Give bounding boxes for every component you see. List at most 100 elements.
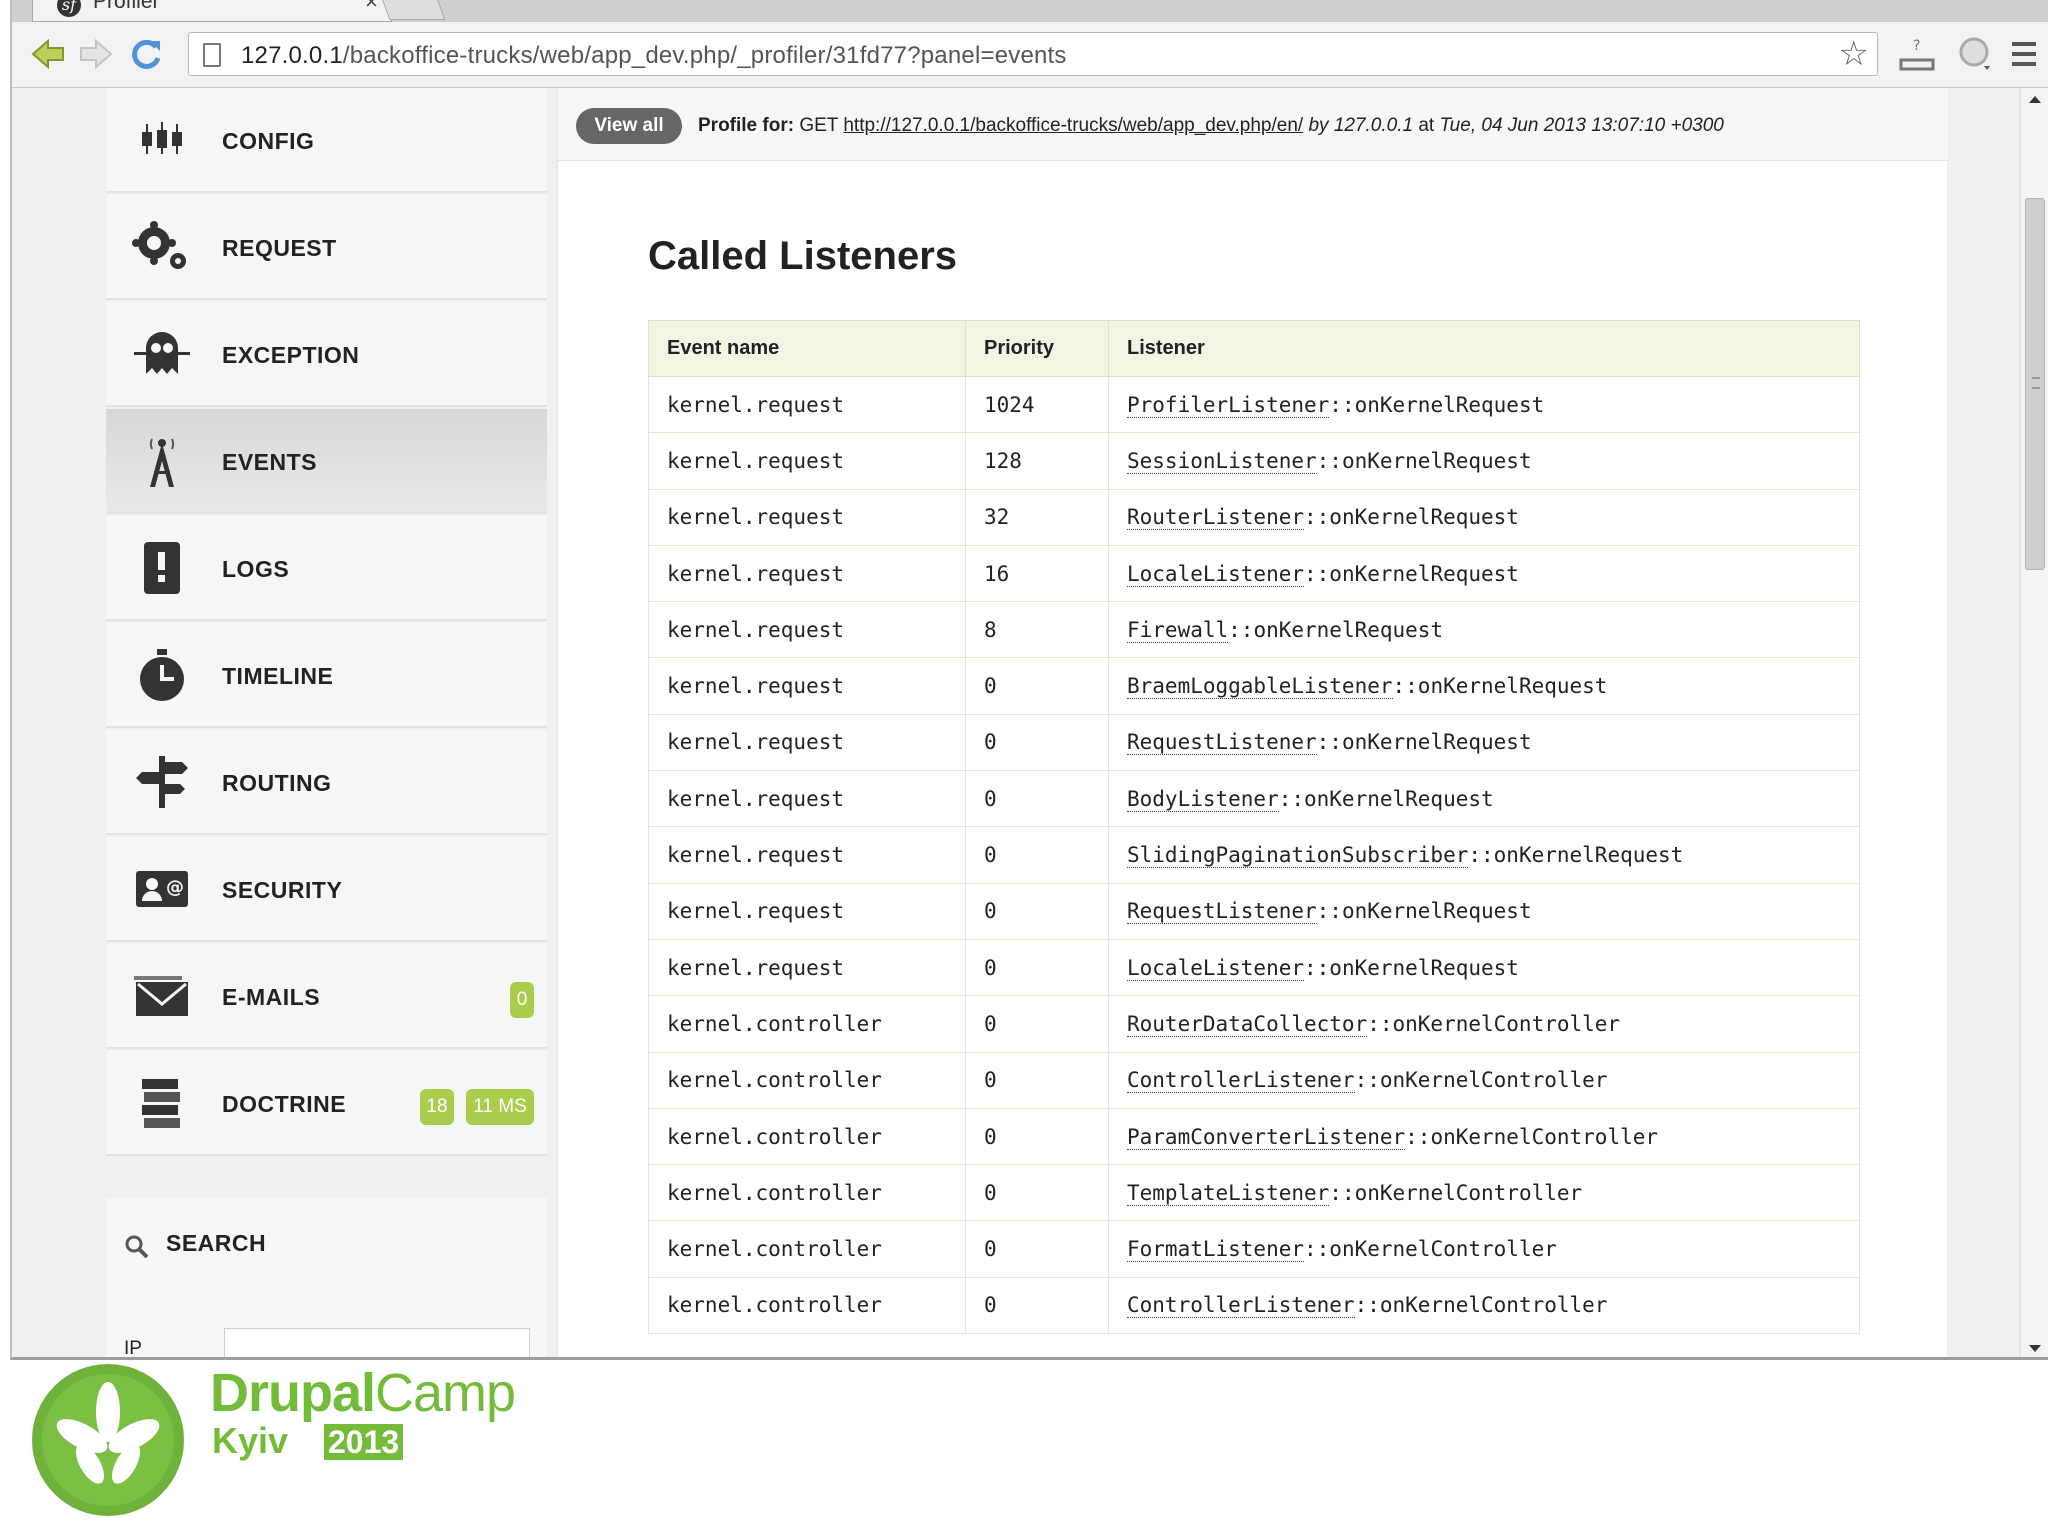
listener-class[interactable]: LocaleListener (1127, 955, 1305, 981)
listener-class[interactable]: RouterDataCollector (1127, 1011, 1368, 1037)
called-listeners-table: Event name Priority Listener kernel.requ… (648, 320, 1860, 1335)
envelope-icon (134, 976, 188, 1016)
event-name-cell: kernel.controller (648, 1051, 966, 1109)
listener-class[interactable]: Firewall (1127, 617, 1229, 643)
http-method: GET (799, 115, 839, 136)
extension-icon[interactable] (1956, 34, 1994, 74)
listener-method: ::onKernelController (1304, 1237, 1557, 1262)
vertical-scrollbar[interactable] (2020, 88, 2048, 1360)
listener-method: ::onKernelRequest (1316, 730, 1532, 755)
menu-item-timeline[interactable]: TIMELINE (106, 623, 547, 728)
listener-method: ::onKernelRequest (1392, 674, 1608, 699)
listener-class[interactable]: BraemLoggableListener (1127, 674, 1393, 700)
menu-item-security[interactable]: @ SECURITY (106, 837, 547, 942)
event-name-cell: kernel.request (648, 770, 966, 828)
address-bar[interactable]: 127.0.0.1/backoffice-trucks/web/app_dev.… (188, 32, 1878, 76)
log-book-icon (144, 542, 180, 594)
priority-cell: 32 (965, 488, 1109, 546)
menu-label: LOGS (222, 556, 290, 582)
menu-label: EVENTS (222, 449, 318, 475)
listener-class[interactable]: RouterListener (1127, 505, 1305, 531)
column-header-listener: Listener (1108, 320, 1860, 377)
listener-method: ::onKernelController (1405, 1124, 1659, 1149)
menu-item-request[interactable]: REQUEST (106, 195, 547, 300)
chestnut-leaf-logo-icon (32, 1364, 184, 1516)
table-row: kernel.request 32 RouterListener::onKernel… (648, 488, 1860, 546)
browser-menu-icon[interactable] (2010, 36, 2038, 72)
priority-cell: 8 (965, 601, 1109, 659)
symfony-favicon-icon: sf (57, 0, 81, 17)
priority-cell: 0 (965, 882, 1109, 940)
browser-window: sf Profiler × 127.0.0.1/backoffice-truck… (10, 0, 2048, 1360)
menu-label: ROUTING (222, 770, 332, 796)
menu-item-events[interactable]: EVENTS (106, 409, 547, 514)
listener-cell: LocaleListener::onKernelRequest (1108, 938, 1860, 997)
listener-cell: SlidingPaginationSubscriber::onKernelReq… (1108, 826, 1860, 884)
table-row: kernel.controller 0 ControllerListener::on… (648, 1051, 1860, 1109)
priority-cell: 0 (965, 995, 1109, 1053)
doctrine-time-badge: 11 MS (466, 1089, 534, 1125)
emails-count-badge: 0 (510, 982, 534, 1018)
menu-label: EXCEPTION (222, 342, 360, 368)
listener-class[interactable]: FormatListener (1127, 1237, 1305, 1263)
listener-class[interactable]: RequestListener (1127, 899, 1317, 925)
listener-cell: ProfilerListener::onKernelRequest (1108, 375, 1860, 434)
table-row: kernel.controller 0 FormatListener::onKern… (648, 1220, 1860, 1278)
menu-item-exception[interactable]: EXCEPTION (106, 302, 547, 407)
scroll-up-arrow-icon[interactable] (2021, 88, 2048, 110)
tab-profiler[interactable]: sf Profiler × (32, 0, 392, 22)
scrollbar-grip (2032, 377, 2040, 389)
svg-text:@: @ (166, 877, 184, 898)
menu-item-routing[interactable]: ROUTING (106, 730, 547, 835)
menu-item-doctrine[interactable]: DOCTRINE 18 11 MS (106, 1051, 547, 1156)
priority-cell: 0 (965, 826, 1109, 884)
listener-class[interactable]: ControllerListener (1127, 1293, 1355, 1319)
forward-arrow-icon[interactable] (78, 36, 114, 72)
menu-item-logs[interactable]: LOGS (106, 516, 547, 621)
menu-item-emails[interactable]: E-MAILS 0 (106, 944, 547, 1049)
listener-class[interactable]: RequestListener (1127, 730, 1317, 756)
table-body: kernel.request 1024 ProfilerListener::onKe… (648, 375, 1860, 1335)
event-name-cell: kernel.request (648, 882, 966, 940)
antenna-tower-icon (149, 438, 175, 487)
column-header-event-name: Event name (648, 320, 966, 377)
event-name-cell: kernel.request (648, 938, 966, 997)
listener-cell: BraemLoggableListener::onKernelRequest (1108, 657, 1860, 715)
table-header-row: Event name Priority Listener (648, 320, 1860, 377)
listener-class[interactable]: SessionListener (1127, 448, 1317, 474)
listener-class[interactable]: BodyListener (1127, 786, 1279, 812)
menu-label: TIMELINE (222, 663, 334, 689)
profile-url-link[interactable]: http://127.0.0.1/backoffice-trucks/web/a… (843, 115, 1303, 136)
page-title: Called Listeners (648, 234, 958, 278)
new-tab-button[interactable] (378, 0, 446, 20)
url-host: 127.0.0.1 (241, 42, 343, 69)
profiler-main-panel: View all Profile for: GET http://127.0.0… (557, 88, 1948, 1357)
listener-cell: SessionListener::onKernelRequest (1108, 432, 1860, 490)
menu-label: DOCTRINE (222, 1091, 347, 1117)
listener-method: ::onKernelController (1354, 1068, 1608, 1093)
scroll-down-arrow-icon[interactable] (2021, 1338, 2048, 1360)
download-icon[interactable]: ? (1898, 34, 1936, 74)
scrollbar-thumb[interactable] (2025, 198, 2045, 570)
event-name-cell: kernel.request (648, 657, 966, 715)
listener-class[interactable]: TemplateListener (1127, 1180, 1330, 1206)
drupalcamp-city: Kyiv (212, 1420, 289, 1461)
search-icon (125, 1235, 149, 1259)
id-card-icon: @ (136, 871, 188, 907)
bookmark-star-icon[interactable]: ☆ (1839, 36, 1869, 72)
listener-class[interactable]: SlidingPaginationSubscriber (1127, 843, 1469, 869)
back-arrow-icon[interactable] (30, 36, 66, 72)
profile-for-label: Profile for: (698, 115, 795, 136)
table-row: kernel.request 8 Firewall::onKernelRequest (648, 601, 1860, 659)
menu-item-config[interactable]: CONFIG (106, 88, 547, 193)
drupalcamp-year: 2013 (324, 1424, 404, 1460)
listener-class[interactable]: ProfilerListener (1127, 392, 1330, 418)
reload-icon[interactable] (128, 36, 164, 72)
drupalcamp-title-b: Camp (375, 1363, 516, 1423)
view-all-button[interactable]: View all (576, 108, 682, 144)
at-label: at (1418, 115, 1435, 136)
listener-class[interactable]: ParamConverterListener (1127, 1124, 1406, 1150)
listener-class[interactable]: LocaleListener (1127, 561, 1305, 587)
tab-close-icon[interactable]: × (365, 0, 378, 15)
listener-class[interactable]: ControllerListener (1127, 1068, 1355, 1094)
